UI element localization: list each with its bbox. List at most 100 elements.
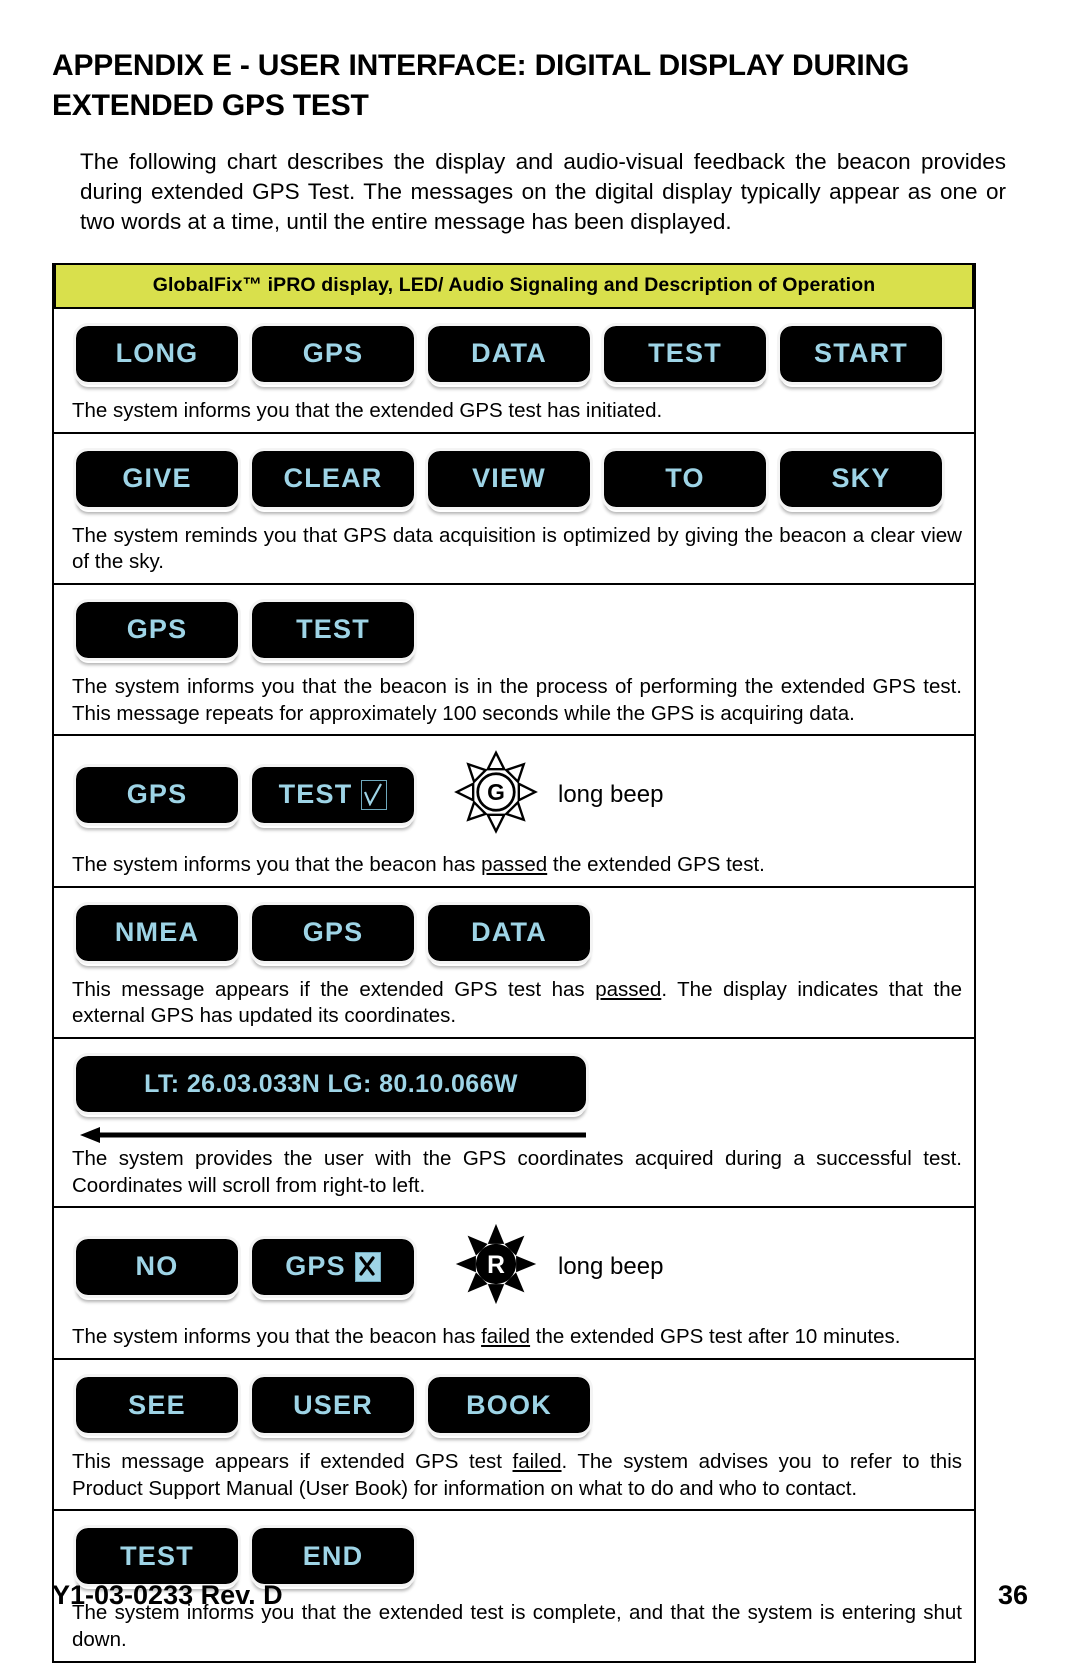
check-mark-glyph: [364, 783, 383, 806]
lcd-segment-text: BOOK: [466, 1389, 552, 1420]
svg-text:G: G: [487, 779, 505, 805]
lcd-segment-group: NO GPS Rlong beep: [54, 1208, 974, 1321]
cross-mark-glyph: [359, 1256, 375, 1276]
description-text-pre: The system informs you that the beacon h…: [72, 1325, 482, 1349]
row-description: The system informs you that the beacon h…: [54, 1321, 974, 1358]
lcd-segment-text: GPS: [126, 779, 188, 810]
lcd-segment-text: TEST: [648, 338, 722, 369]
description-text-pre: The system informs you that the beacon h…: [72, 853, 482, 877]
display-area: GPS TEST Glong beep: [54, 736, 974, 849]
lcd-segment-text: GPS: [285, 1251, 346, 1282]
lcd-segment-text: TO: [665, 463, 705, 494]
lcd-segment: GPS: [73, 598, 241, 661]
svg-text:R: R: [487, 1252, 505, 1279]
row-description: The system informs you that the extended…: [72, 398, 663, 422]
lcd-segment-text: NO: [135, 1251, 179, 1282]
description-text-pre: This message appears if the extended GPS…: [72, 977, 596, 1001]
chart-row: GIVE CLEAR VIEW TO SKY The system reminds you…: [54, 434, 974, 585]
lcd-segment: LT: 26.03.033N LG: 80.10.066W: [73, 1053, 589, 1116]
lcd-segment: VIEW: [425, 447, 593, 510]
display-area: SEE USER BOOK: [54, 1360, 974, 1446]
intro-paragraph: The following chart describes the displa…: [80, 149, 1006, 235]
lcd-segment-group: SEE USER BOOK: [54, 1360, 974, 1446]
chart-header: GlobalFix™ iPRO display, LED/ Audio Sign…: [54, 262, 974, 309]
lcd-segment: USER: [249, 1374, 417, 1436]
document-number: Y1-03-0233 Rev. D: [52, 1580, 283, 1610]
chart-rows: LONG GPS DATA TEST START The system informs y…: [54, 309, 974, 1661]
chart-row: LONG GPS DATA TEST START The system informs y…: [54, 309, 974, 434]
chart-row: NO GPS Rlong beep The system informs you th…: [54, 1208, 974, 1360]
display-area: GIVE CLEAR VIEW TO SKY: [54, 434, 974, 520]
row-description: The system informs you that the beacon i…: [72, 674, 962, 725]
lcd-segment: TEST: [73, 1525, 241, 1588]
lcd-segment-text: SKY: [831, 463, 891, 494]
description-emphasis: failed: [481, 1325, 531, 1349]
lcd-segment: BOOK: [425, 1374, 593, 1436]
lcd-segment-text: GIVE: [122, 463, 192, 494]
display-area: LT: 26.03.033N LG: 80.10.066W: [54, 1039, 974, 1144]
audio-signal-label: long beep: [558, 780, 664, 808]
row-description: This message appears if the extended GPS…: [54, 974, 974, 1037]
lcd-segment-text: NMEA: [114, 917, 200, 948]
lcd-segment: GPS: [73, 763, 241, 826]
lcd-segment: LONG: [73, 322, 241, 385]
gps-pass-led-icon: G: [454, 750, 538, 839]
display-area: NMEA GPS DATA: [54, 888, 974, 974]
lcd-segment-text: GPS: [302, 338, 364, 369]
lcd-segment-group: GPS TEST Glong beep: [54, 736, 974, 849]
lcd-segment-group: LONG GPS DATA TEST START: [54, 309, 974, 395]
lcd-segment-text: USER: [293, 1389, 373, 1420]
chart-row: NMEA GPS DATA This message appears if the e…: [54, 888, 974, 1040]
lcd-segment: GPS: [249, 901, 417, 964]
check-mark-icon: [361, 779, 388, 810]
description-emphasis: failed: [512, 1450, 562, 1473]
lcd-segment-text: DATA: [471, 338, 547, 369]
row-description: The system reminds you that GPS data acq…: [72, 523, 962, 574]
scroll-direction-arrow: [80, 1127, 586, 1144]
lcd-segment: DATA: [425, 901, 593, 964]
lcd-segment-text: START: [814, 338, 908, 369]
lcd-segment-text: VIEW: [472, 463, 546, 494]
lcd-segment-group: GPS TEST: [54, 585, 974, 671]
lcd-segment: GIVE: [73, 447, 241, 510]
audio-signal-label: long beep: [558, 1252, 664, 1280]
lcd-segment: TEST: [249, 763, 417, 826]
lcd-segment-text: TEST: [296, 614, 370, 645]
lcd-segment: SKY: [777, 447, 945, 510]
cross-mark-icon: [354, 1251, 381, 1282]
lcd-segment-text: TEST: [278, 779, 353, 810]
row-description: This message appears if extended GPS tes…: [54, 1446, 974, 1509]
lcd-segment: GPS: [249, 322, 417, 385]
page: APPENDIX E - USER INTERFACE: DIGITAL DIS…: [0, 0, 1080, 1669]
lcd-segment-text: LT: 26.03.033N LG: 80.10.066W: [144, 1069, 518, 1098]
description-emphasis: passed: [481, 853, 548, 877]
description-text-post: the extended GPS test.: [547, 853, 765, 877]
lcd-segment-text: SEE: [128, 1389, 186, 1420]
lcd-segment-text: END: [302, 1540, 364, 1571]
lcd-segment: TO: [601, 447, 769, 510]
lcd-segment-text: GPS: [126, 614, 188, 645]
lcd-segment: END: [249, 1525, 417, 1588]
page-number: 36: [997, 1580, 1028, 1610]
lcd-segment-text: CLEAR: [283, 463, 383, 494]
row-description: The system provides the user with the GP…: [72, 1147, 962, 1197]
scroll-left-arrow-glyph: [80, 1127, 586, 1144]
description-emphasis: passed: [595, 977, 662, 1001]
page-title: APPENDIX E - USER INTERFACE: DIGITAL DIS…: [52, 49, 910, 122]
lcd-segment-text: LONG: [115, 338, 199, 369]
page-footer: Y1-03-0233 Rev. D 36: [52, 1580, 1028, 1611]
description-text-pre: This message appears if extended GPS tes…: [72, 1450, 513, 1473]
lcd-segment-group: NMEA GPS DATA: [54, 888, 974, 974]
lcd-segment-group: LT: 26.03.033N LG: 80.10.066W: [54, 1039, 974, 1125]
description-text-post: the extended GPS test after 10 minutes.: [530, 1325, 901, 1349]
display-area: LONG GPS DATA TEST START: [54, 309, 974, 395]
lcd-segment-group: GIVE CLEAR VIEW TO SKY: [54, 434, 974, 520]
lcd-segment-text: GPS: [302, 917, 364, 948]
lcd-segment: TEST: [249, 598, 417, 661]
row-description: The system informs you that the beacon h…: [54, 849, 974, 886]
lcd-segment: SEE: [73, 1374, 241, 1436]
chart-row: SEE USER BOOK This message appears if exten…: [54, 1360, 974, 1512]
lcd-segment: NO: [73, 1235, 241, 1298]
chart-row: GPS TEST The system informs you that the b…: [54, 585, 974, 737]
lcd-segment: DATA: [425, 322, 593, 385]
